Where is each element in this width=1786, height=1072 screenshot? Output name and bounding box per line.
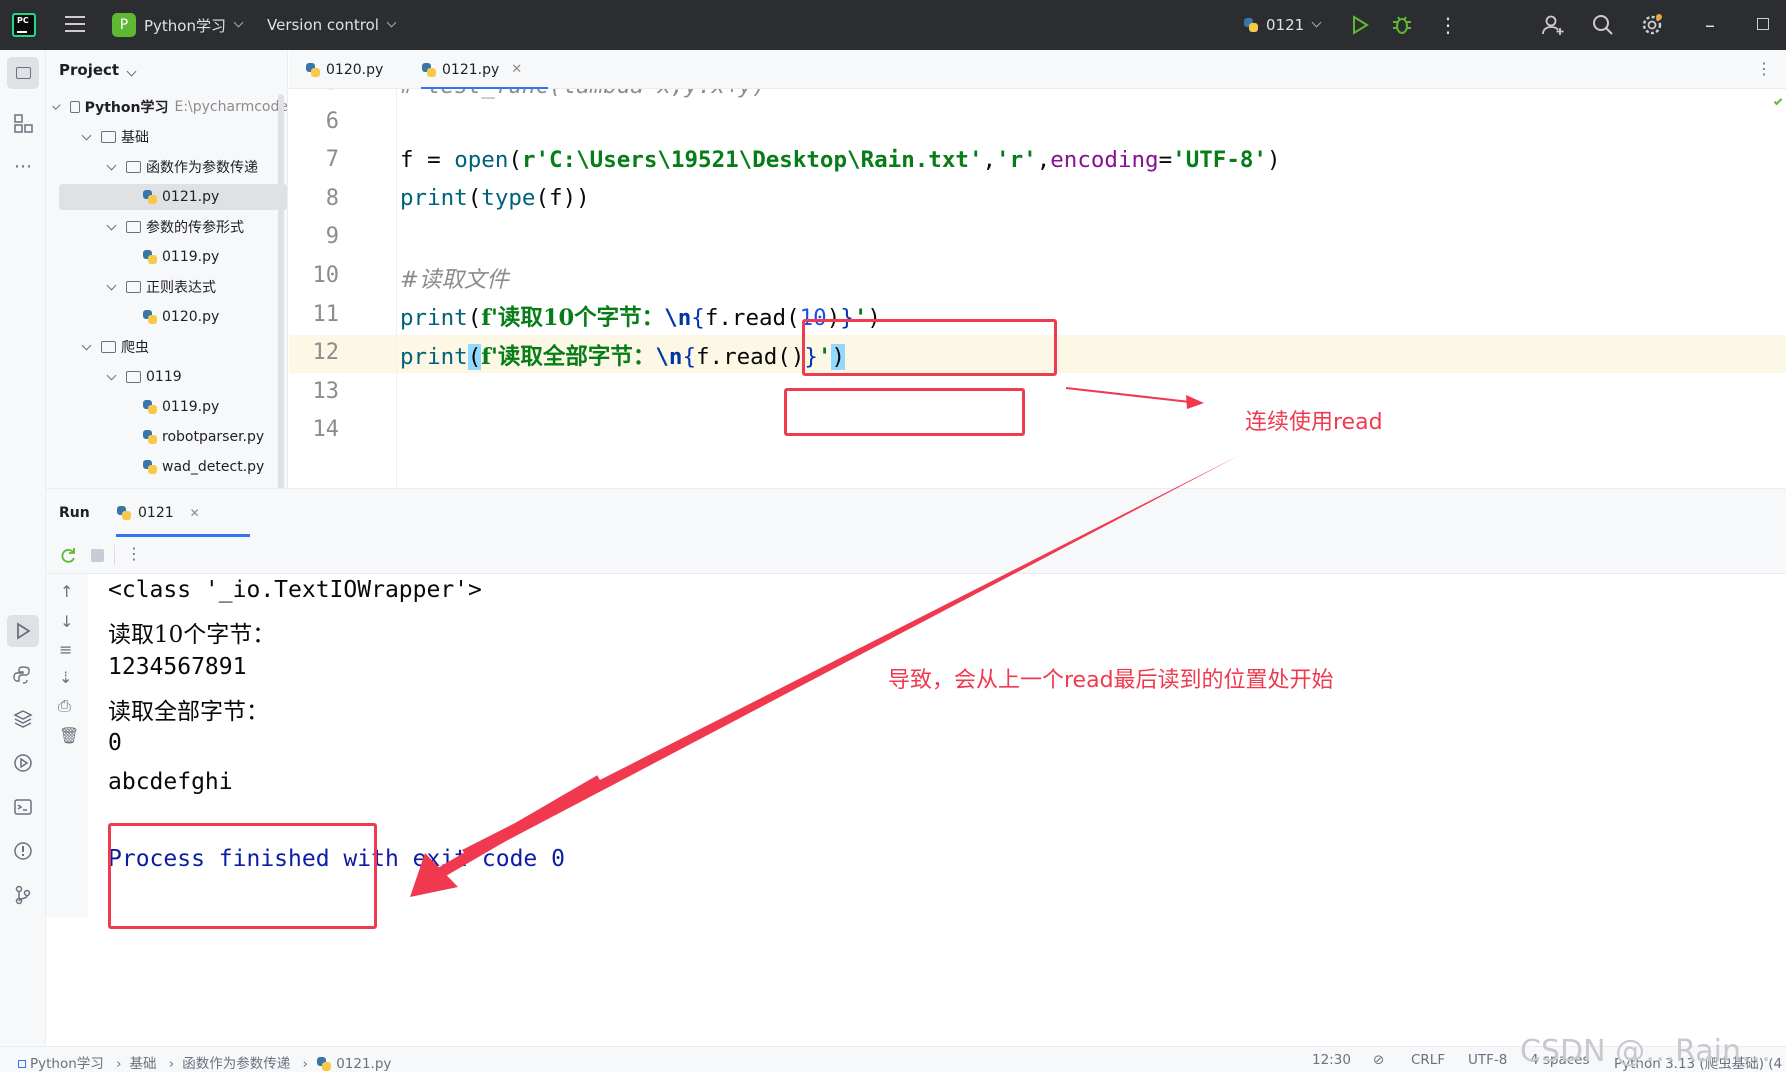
annotation-note-1: 连续使用read (1245, 410, 1383, 435)
annotation-arrows (410, 387, 1240, 897)
annotation-note-2: 导致，会从上一个read最后读到的位置处开始 (888, 668, 1334, 693)
